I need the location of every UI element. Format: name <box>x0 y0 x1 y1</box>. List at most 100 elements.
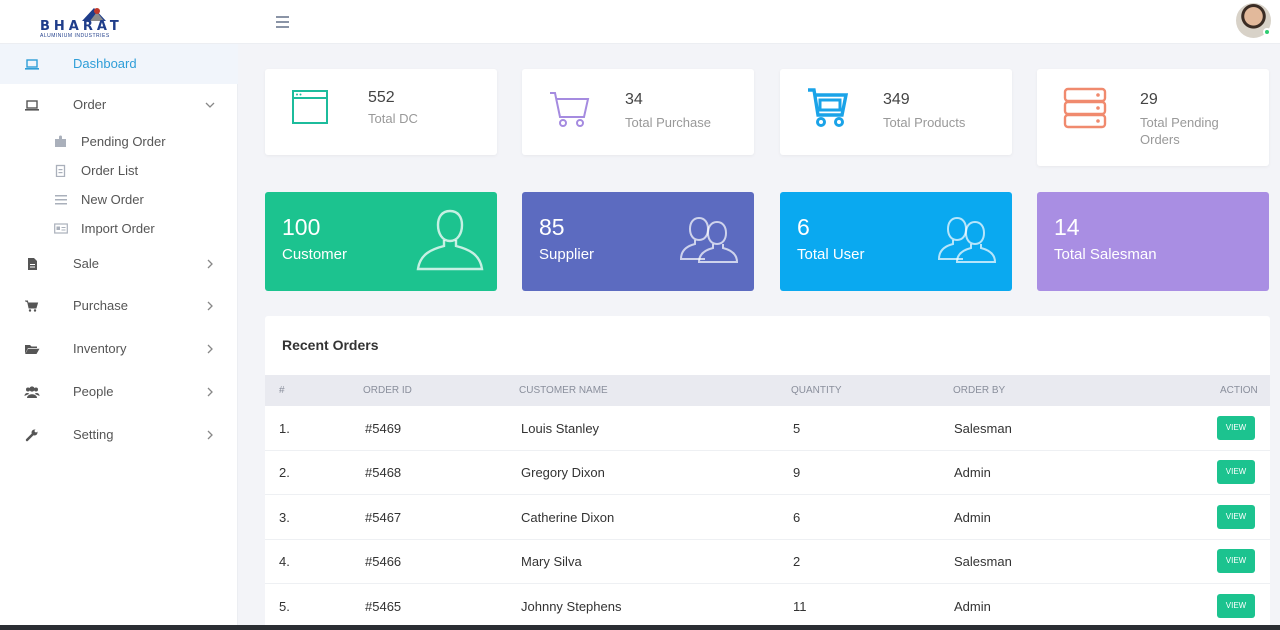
sidebar: Dashboard Order Pending Order Order List <box>0 44 238 630</box>
order-by: Admin <box>954 510 991 525</box>
puzzle-icon <box>55 135 66 147</box>
view-button[interactable]: VIEW <box>1217 549 1255 573</box>
browser-window-icon <box>292 90 328 124</box>
server-drive-icon <box>1063 87 1107 129</box>
sidebar-item-purchase[interactable]: Purchase <box>0 286 238 326</box>
table-header: # ORDER ID CUSTOMER NAME QUANTITY ORDER … <box>265 375 1270 406</box>
stat-card-total-products[interactable]: 349 Total Products <box>780 69 1012 155</box>
stat-label: Total Purchase <box>625 115 711 130</box>
chevron-down-icon <box>205 102 215 108</box>
sub-label: Pending Order <box>81 134 166 149</box>
laptop-icon <box>25 59 39 70</box>
column-header: ACTION <box>1220 385 1258 396</box>
taskbar-strip <box>0 625 1280 630</box>
basket-cart-icon <box>808 88 849 127</box>
order-id: #5466 <box>365 554 402 569</box>
sidebar-label-inventory: Inventory <box>73 341 127 356</box>
sub-label: Order List <box>81 163 139 178</box>
top-bar: BHARAT ALUMINIUM INDUSTRIES <box>0 0 1280 44</box>
card-customer[interactable]: 100 Customer <box>265 192 497 291</box>
sidebar-item-order[interactable]: Order <box>0 85 238 125</box>
sidebar-item-dashboard[interactable]: Dashboard <box>0 44 238 84</box>
view-button[interactable]: VIEW <box>1217 460 1255 484</box>
users-icon <box>679 216 739 263</box>
sidebar-label-purchase: Purchase <box>73 298 128 313</box>
stat-value: 552 <box>368 89 395 106</box>
order-id: #5465 <box>365 599 402 614</box>
logo-text: BHARAT <box>40 19 123 34</box>
column-header: ORDER ID <box>363 385 412 396</box>
sidebar-item-inventory[interactable]: Inventory <box>0 329 238 369</box>
wrench-icon <box>25 429 38 442</box>
row-number: 2. <box>279 465 290 480</box>
chevron-right-icon <box>207 301 213 311</box>
sidebar-label-dashboard: Dashboard <box>73 56 137 71</box>
card-total-salesman[interactable]: 14 Total Salesman <box>1037 192 1269 291</box>
row-number: 4. <box>279 554 290 569</box>
cart-icon <box>25 300 39 312</box>
card-total-user[interactable]: 6 Total User <box>780 192 1012 291</box>
card-label: Total Salesman <box>1054 246 1157 263</box>
stat-label: Total Products <box>883 115 966 130</box>
hamburger-menu-icon[interactable] <box>276 13 294 31</box>
card-supplier[interactable]: 85 Supplier <box>522 192 754 291</box>
user-icon <box>416 209 484 271</box>
list-icon <box>55 195 67 205</box>
sidebar-item-sale[interactable]: Sale <box>0 244 238 284</box>
customer-name: Johnny Stephens <box>521 599 622 614</box>
order-by: Admin <box>954 465 991 480</box>
stat-label: Total DC <box>368 111 418 126</box>
card-label: Customer <box>282 246 348 263</box>
sidebar-subitem-new-order[interactable]: New Order <box>0 186 238 214</box>
chevron-right-icon <box>207 430 213 440</box>
stat-card-total-dc[interactable]: 552 Total DC <box>265 69 497 155</box>
sub-label: New Order <box>81 192 144 207</box>
sidebar-subitem-pending-order[interactable]: Pending Order <box>0 128 238 156</box>
sidebar-label-setting: Setting <box>73 427 114 442</box>
view-button[interactable]: VIEW <box>1217 505 1255 529</box>
order-by: Salesman <box>954 554 1012 569</box>
customer-name: Catherine Dixon <box>521 510 615 525</box>
column-header: CUSTOMER NAME <box>519 385 608 396</box>
card-value: 6 <box>797 214 810 240</box>
card-value: 100 <box>282 214 321 240</box>
folder-open-icon <box>25 345 40 354</box>
sidebar-subitem-order-list[interactable]: Order List <box>0 157 238 185</box>
user-avatar[interactable] <box>1236 3 1271 38</box>
sidebar-label-order: Order <box>73 97 107 112</box>
view-button[interactable]: VIEW <box>1217 416 1255 440</box>
panel-title: Recent Orders <box>282 337 379 353</box>
quantity: 2 <box>793 554 801 569</box>
card-value: 14 <box>1054 214 1080 240</box>
sidebar-item-setting[interactable]: Setting <box>0 415 238 455</box>
view-button[interactable]: VIEW <box>1217 594 1255 618</box>
users-icon <box>24 386 40 398</box>
order-id: #5468 <box>365 465 402 480</box>
customer-name: Mary Silva <box>521 554 582 569</box>
shopping-cart-icon <box>550 92 590 127</box>
stat-value: 349 <box>883 91 910 108</box>
stat-card-total-pending-orders[interactable]: 29 Total Pending Orders <box>1037 69 1269 166</box>
card-value: 85 <box>539 214 565 240</box>
sidebar-item-people[interactable]: People <box>0 372 238 412</box>
row-number: 1. <box>279 421 290 436</box>
chevron-right-icon <box>207 344 213 354</box>
quantity: 11 <box>793 599 807 614</box>
order-by: Salesman <box>954 421 1012 436</box>
card-label: Supplier <box>539 246 595 263</box>
sub-label: Import Order <box>81 221 155 236</box>
online-status-dot <box>1263 28 1271 36</box>
clipboard-icon <box>55 164 66 177</box>
sidebar-subitem-import-order[interactable]: Import Order <box>0 215 238 243</box>
order-id: #5469 <box>365 421 402 436</box>
stat-card-total-purchase[interactable]: 34 Total Purchase <box>522 69 754 155</box>
column-header: # <box>279 385 285 396</box>
brand-logo[interactable]: BHARAT ALUMINIUM INDUSTRIES <box>38 6 138 39</box>
customer-name: Gregory Dixon <box>521 465 605 480</box>
quantity: 9 <box>793 465 801 480</box>
table-row: 5. #5465 Johnny Stephens 11 Admin VIEW <box>265 585 1270 629</box>
customer-name: Louis Stanley <box>521 421 600 436</box>
recent-orders-panel: Recent Orders # ORDER ID CUSTOMER NAME Q… <box>265 316 1270 630</box>
table-row: 2. #5468 Gregory Dixon 9 Admin VIEW <box>265 451 1270 495</box>
sidebar-label-sale: Sale <box>73 256 100 271</box>
